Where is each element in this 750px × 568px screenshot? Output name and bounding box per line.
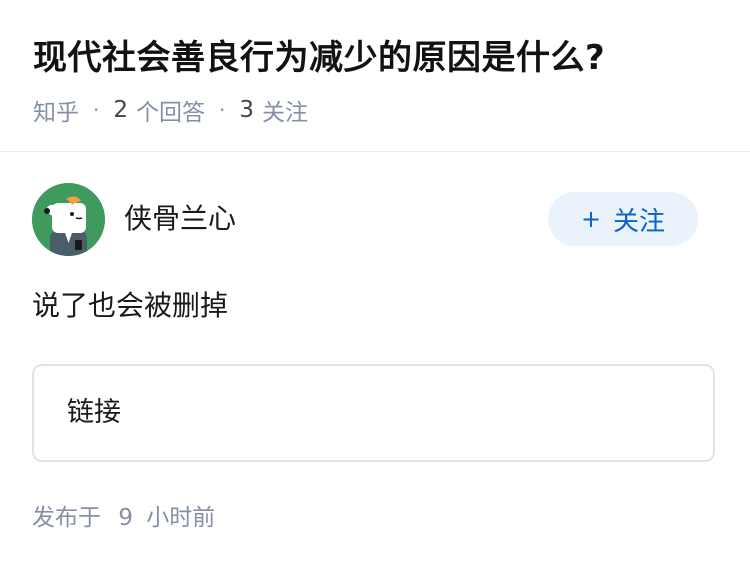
question-meta: 知乎 · 2 个回答 · 3 关注	[33, 92, 308, 128]
cartoon-avatar-icon	[32, 183, 105, 256]
source-label[interactable]: 知乎	[33, 93, 79, 127]
follow-button[interactable]: + 关注	[548, 192, 698, 246]
publish-prefix: 发布于	[32, 505, 101, 531]
answer-count: 2	[113, 97, 128, 123]
follow-button-label: 关注	[613, 206, 666, 237]
question-title[interactable]: 现代社会善良行为减少的原因是什么?	[33, 34, 605, 82]
publish-time: 发布于 9 小时前	[32, 500, 215, 536]
meta-separator: ·	[93, 98, 100, 122]
answer-count-label[interactable]: 个回答	[136, 93, 205, 127]
follow-count-label[interactable]: 关注	[262, 93, 308, 127]
link-card[interactable]: 链接	[32, 364, 715, 462]
answer-author: 侠骨兰心 + 关注	[32, 183, 720, 257]
publish-unit: 小时前	[146, 505, 216, 531]
plus-icon: +	[580, 205, 602, 233]
link-card-label: 链接	[67, 397, 121, 428]
answer-content: 说了也会被删掉	[32, 289, 229, 322]
author-name[interactable]: 侠骨兰心	[124, 199, 236, 239]
meta-separator: ·	[219, 98, 226, 122]
publish-value: 9	[118, 505, 133, 531]
question-header: 现代社会善良行为减少的原因是什么? 知乎 · 2 个回答 · 3 关注	[0, 0, 750, 152]
avatar[interactable]	[32, 183, 105, 256]
follow-count: 3	[239, 97, 254, 123]
